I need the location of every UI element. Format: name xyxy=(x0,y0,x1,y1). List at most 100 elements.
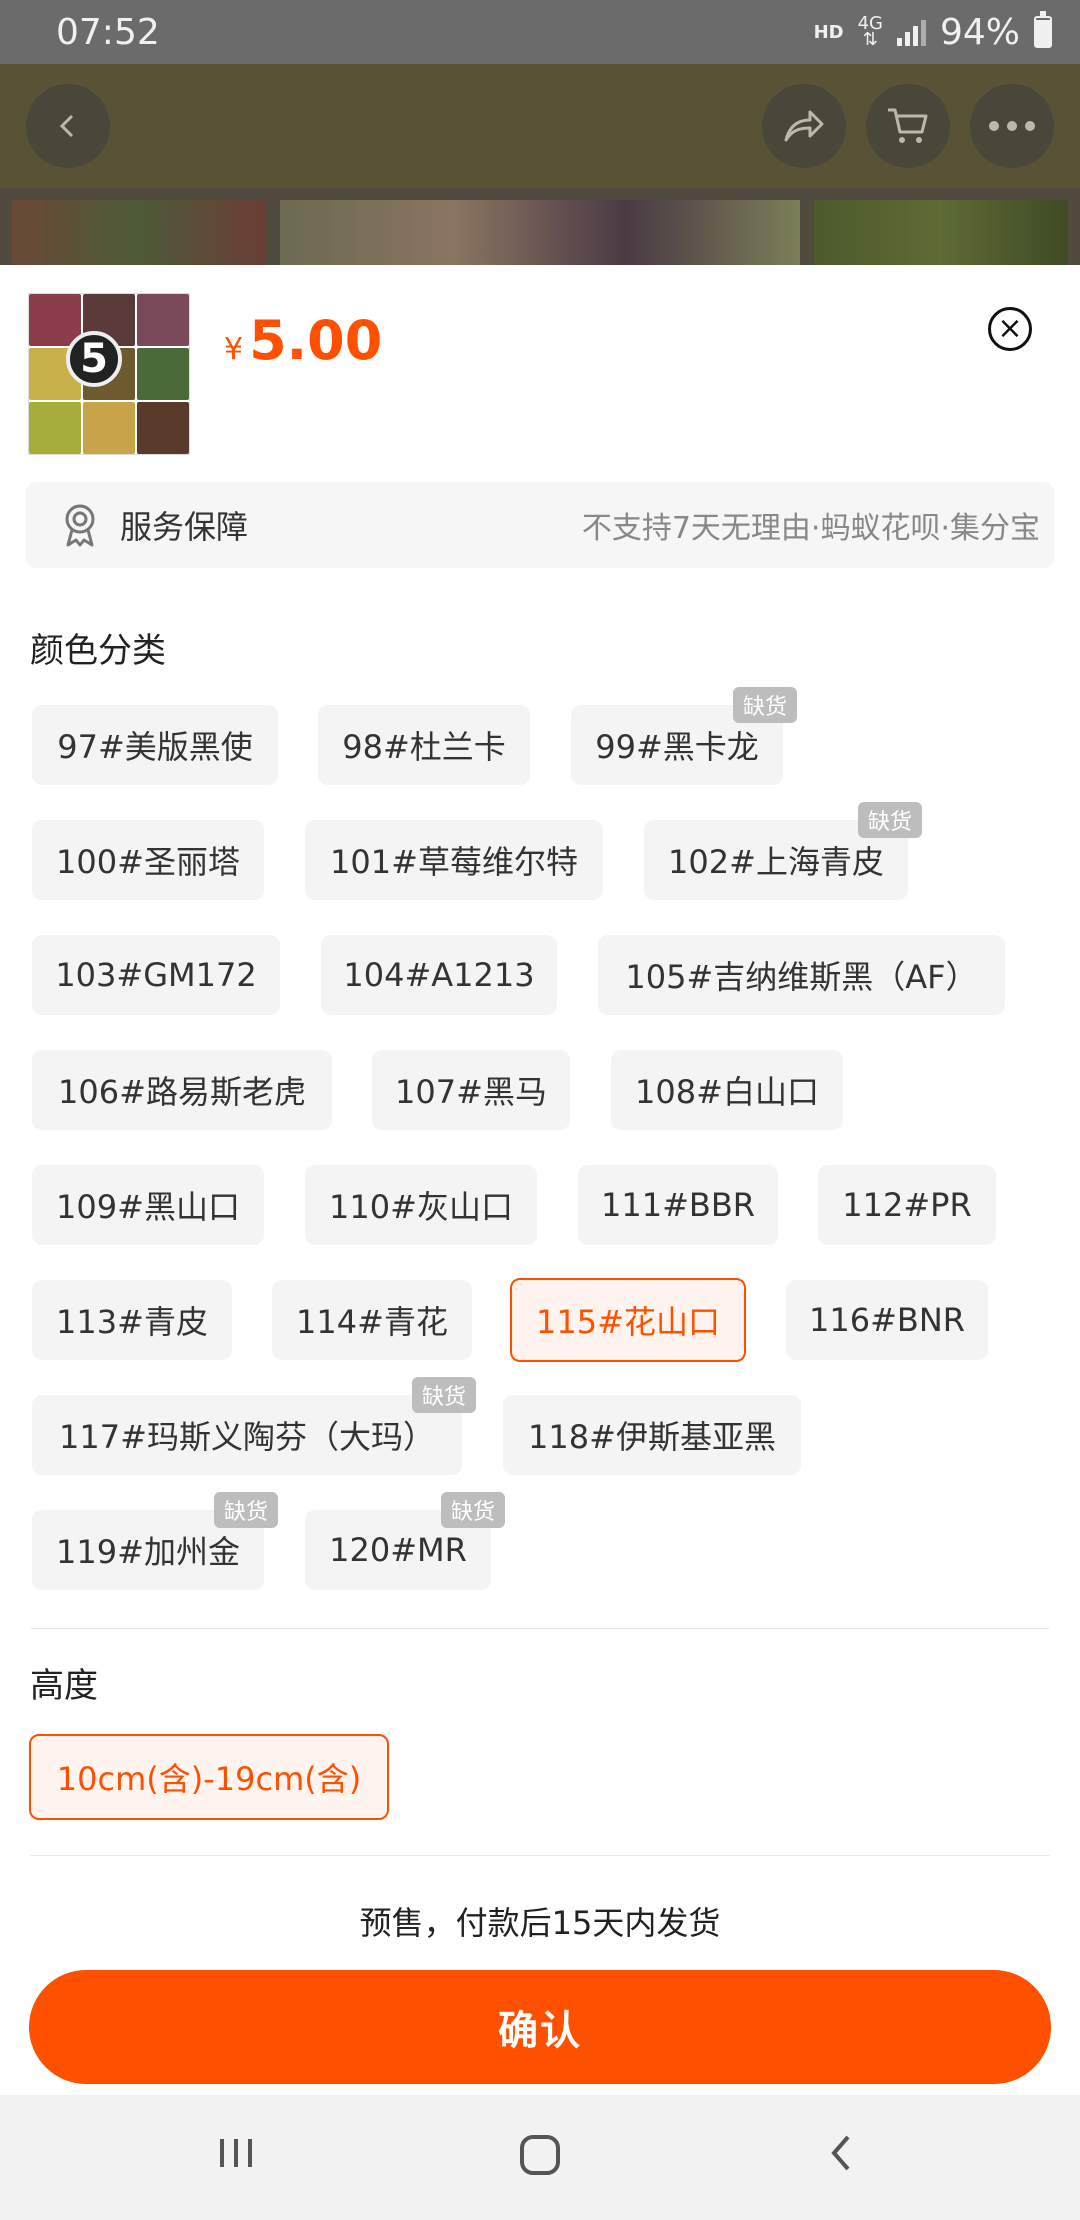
section-divider xyxy=(30,1855,1050,1856)
color-option[interactable]: 120#MR 缺货 xyxy=(305,1492,505,1590)
color-option-label: 120#MR xyxy=(329,1531,467,1569)
color-option-label: 112#PR xyxy=(842,1186,972,1224)
color-option[interactable]: 114#青花 xyxy=(272,1280,472,1360)
color-option[interactable]: 99#黑卡龙 缺货 xyxy=(571,687,797,785)
color-option-label: 107#黑马 xyxy=(395,1073,547,1111)
color-option[interactable]: 105#吉纳维斯黑（AF） xyxy=(598,935,1005,1015)
battery-percent: 94% xyxy=(939,11,1020,53)
back-icon xyxy=(831,2135,850,2171)
color-option-label: 116#BNR xyxy=(808,1301,965,1339)
service-guarantee-row[interactable]: 服务保障 不支持7天无理由·蚂蚁花呗·集分宝 xyxy=(26,482,1054,568)
color-option[interactable]: 106#路易斯老虎 xyxy=(32,1050,332,1130)
more-button[interactable] xyxy=(970,84,1054,168)
price-value: 5.00 xyxy=(249,309,383,372)
product-header xyxy=(0,64,1080,188)
height-section-title: 高度 xyxy=(30,1666,98,1706)
color-option-label: 111#BBR xyxy=(600,1186,756,1224)
color-option-label: 105#吉纳维斯黑（AF） xyxy=(625,958,978,996)
color-option-label: 100#圣丽塔 xyxy=(56,843,240,881)
color-option[interactable]: 113#青皮 xyxy=(32,1280,232,1360)
color-option[interactable]: 98#杜兰卡 xyxy=(318,705,530,785)
color-option-label: 110#灰山口 xyxy=(329,1188,513,1226)
cart-button[interactable] xyxy=(866,84,950,168)
height-option-label: 10cm(含)-19cm(含) xyxy=(56,1760,362,1798)
shipping-note: 预售，付款后15天内发货 xyxy=(359,1904,721,1942)
color-option-label: 118#伊斯基亚黑 xyxy=(528,1418,776,1456)
confirm-button[interactable]: 确认 xyxy=(29,1970,1051,2084)
share-icon xyxy=(784,110,824,142)
close-icon: × xyxy=(997,311,1023,346)
height-option-selected[interactable]: 10cm(含)-19cm(含) xyxy=(29,1734,389,1820)
award-icon xyxy=(65,504,95,547)
gallery-thumb xyxy=(814,200,1068,266)
battery-icon xyxy=(1034,11,1052,48)
color-option[interactable]: 110#灰山口 xyxy=(305,1165,537,1245)
color-option-label: 98#杜兰卡 xyxy=(342,728,506,766)
service-detail: 不支持7天无理由·蚂蚁花呗·集分宝 xyxy=(581,511,1040,546)
color-option-label: 103#GM172 xyxy=(55,956,257,994)
out-of-stock-badge: 缺货 xyxy=(440,1492,505,1528)
nav-back-button[interactable] xyxy=(820,2131,864,2186)
color-option[interactable]: 107#黑马 xyxy=(372,1050,570,1130)
recents-icon xyxy=(220,2139,252,2167)
color-option[interactable]: 108#白山口 xyxy=(611,1050,843,1130)
color-option-label: 108#白山口 xyxy=(635,1073,819,1111)
out-of-stock-badge: 缺货 xyxy=(857,802,922,838)
color-option[interactable]: 100#圣丽塔 xyxy=(32,820,264,900)
color-option-label: 113#青皮 xyxy=(56,1303,208,1341)
color-option-label: 106#路易斯老虎 xyxy=(58,1073,306,1111)
network-indicator: 4G ⇅ xyxy=(857,13,883,50)
color-option[interactable]: 109#黑山口 xyxy=(32,1165,264,1245)
back-button[interactable] xyxy=(26,84,110,168)
status-time: 07:52 xyxy=(56,11,160,53)
color-option[interactable]: 116#BNR xyxy=(786,1280,988,1360)
hd-indicator: HD xyxy=(813,21,844,43)
color-option-label: 114#青花 xyxy=(296,1303,448,1341)
status-bar: 07:52 HD 4G ⇅ 94% xyxy=(0,0,1080,64)
chevron-left-icon xyxy=(59,114,74,138)
more-icon xyxy=(989,121,1035,131)
color-option[interactable]: 117#玛斯义陶芬（大玛） 缺货 xyxy=(32,1377,476,1475)
network-label: 4G xyxy=(857,13,883,34)
recents-button[interactable] xyxy=(214,2131,258,2186)
color-option[interactable]: 112#PR xyxy=(818,1165,996,1245)
section-divider xyxy=(30,1628,1050,1629)
price-currency: ¥ xyxy=(224,332,244,367)
out-of-stock-badge: 缺货 xyxy=(732,687,797,723)
color-option-selected[interactable]: 115#花山口 xyxy=(510,1278,746,1362)
signal-icon xyxy=(896,18,926,46)
close-button[interactable]: × xyxy=(988,307,1032,351)
color-option[interactable]: 119#加州金 缺货 xyxy=(32,1492,278,1590)
color-section-title: 颜色分类 xyxy=(30,631,166,671)
color-option-label: 99#黑卡龙 xyxy=(595,728,759,766)
cart-icon xyxy=(888,108,928,143)
out-of-stock-badge: 缺货 xyxy=(213,1492,278,1528)
gallery-thumb xyxy=(12,200,266,266)
color-option-label: 115#花山口 xyxy=(536,1303,720,1341)
color-option-label: 119#加州金 xyxy=(56,1533,240,1571)
product-image-badge: 5 xyxy=(66,331,122,387)
color-option[interactable]: 118#伊斯基亚黑 xyxy=(503,1395,801,1475)
system-nav-bar xyxy=(0,2095,1080,2220)
home-icon xyxy=(520,2135,560,2175)
color-option-label: 117#玛斯义陶芬（大玛） xyxy=(59,1418,435,1456)
color-option-label: 104#A1213 xyxy=(343,956,535,994)
color-option[interactable]: 111#BBR xyxy=(578,1165,778,1245)
price: ¥5.00 xyxy=(224,309,382,372)
gallery-thumb xyxy=(280,200,800,266)
share-button[interactable] xyxy=(762,84,846,168)
sku-selection-sheet: 5 ¥5.00 × 服务保障 不支持7天无理由·蚂蚁花呗·集分宝 颜色分类 97… xyxy=(0,265,1080,2095)
color-option[interactable]: 104#A1213 xyxy=(321,935,557,1015)
color-option[interactable]: 101#草莓维尔特 xyxy=(305,820,603,900)
product-gallery-strip xyxy=(0,188,1080,266)
home-button[interactable] xyxy=(516,2131,564,2190)
color-option-label: 109#黑山口 xyxy=(56,1188,240,1226)
out-of-stock-badge: 缺货 xyxy=(411,1377,476,1413)
color-option[interactable]: 102#上海青皮 缺货 xyxy=(644,802,922,900)
status-indicators: HD 4G ⇅ 94% xyxy=(813,11,1052,53)
color-option-label: 97#美版黑使 xyxy=(57,728,253,766)
color-option-label: 102#上海青皮 xyxy=(668,843,884,881)
color-option[interactable]: 103#GM172 xyxy=(32,935,280,1015)
color-option[interactable]: 97#美版黑使 xyxy=(32,705,278,785)
color-option-label: 101#草莓维尔特 xyxy=(330,843,578,881)
